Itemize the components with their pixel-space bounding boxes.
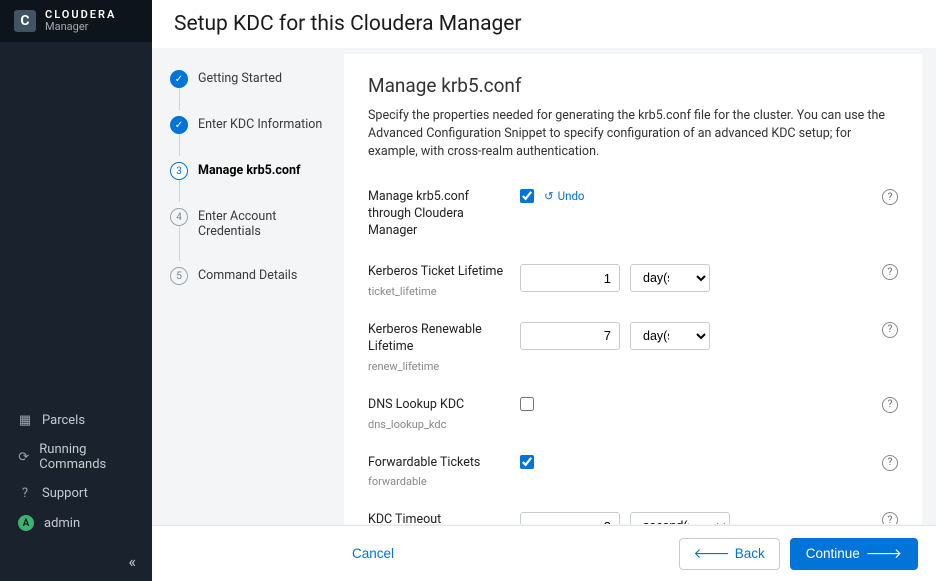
ticket-value-input[interactable]: [520, 264, 620, 292]
step-getting-started[interactable]: ✓ Getting Started: [170, 62, 330, 108]
help-icon[interactable]: ?: [882, 264, 898, 280]
panel-title: Manage krb5.conf: [368, 74, 898, 97]
help-icon[interactable]: ?: [882, 397, 898, 413]
arrow-right-icon: 🡒: [866, 546, 902, 562]
row-dns-lookup: DNS Lookup KDC dns_lookup_kdc ?: [368, 387, 898, 445]
panel-description: Specify the properties needed for genera…: [368, 107, 898, 161]
nav-user[interactable]: A admin: [0, 508, 152, 538]
back-button[interactable]: 🡐 Back: [679, 538, 780, 570]
row-renew-lifetime: Kerberos Renewable Lifetime renew_lifeti…: [368, 312, 898, 387]
undo-icon: ↺: [544, 189, 554, 203]
ticket-unit-select[interactable]: day(s): [630, 264, 710, 292]
parcels-icon: ▦: [18, 413, 32, 428]
nav-parcels-label: Parcels: [42, 413, 85, 428]
manage-label: Manage krb5.conf through Cloudera Manage…: [368, 189, 504, 240]
renew-label: Kerberos Renewable Lifetime: [368, 322, 504, 356]
page-title: Setup KDC for this Cloudera Manager: [174, 12, 916, 36]
cancel-button[interactable]: Cancel: [352, 546, 394, 561]
step-label: Command Details: [198, 267, 297, 283]
brand: C CLOUDERA Manager: [0, 0, 152, 42]
wizard-stepper: ✓ Getting Started ✓ Enter KDC Informatio…: [166, 48, 330, 525]
step-manage-krb5[interactable]: 3 Manage krb5.conf: [170, 154, 330, 200]
timeout-label: KDC Timeout: [368, 512, 504, 524]
help-icon[interactable]: ?: [882, 322, 898, 338]
main: Setup KDC for this Cloudera Manager ✓ Ge…: [152, 0, 936, 581]
help-icon[interactable]: ?: [882, 189, 898, 205]
nav-user-label: admin: [44, 516, 80, 531]
step-circle: 4: [170, 208, 188, 226]
support-icon: ?: [18, 486, 32, 501]
step-label: Manage krb5.conf: [198, 162, 300, 178]
step-command-details[interactable]: 5 Command Details: [170, 259, 330, 305]
form-panel: Manage krb5.conf Specify the properties …: [344, 54, 922, 524]
dns-label: DNS Lookup KDC: [368, 397, 504, 414]
renew-value-input[interactable]: [520, 322, 620, 350]
nav-support-label: Support: [42, 486, 88, 501]
step-circle: ✓: [170, 70, 188, 88]
row-ticket-lifetime: Kerberos Ticket Lifetime ticket_lifetime…: [368, 254, 898, 312]
nav-parcels[interactable]: ▦ Parcels: [0, 406, 152, 435]
running-icon: ⟳: [18, 450, 29, 465]
dns-checkbox[interactable]: [520, 397, 534, 411]
sidebar-collapse[interactable]: «: [0, 542, 152, 581]
timeout-unit-select[interactable]: second(s): [630, 512, 730, 524]
row-kdc-timeout: KDC Timeout kdc_timeout second(s) ?: [368, 502, 898, 524]
row-manage-krb5: Manage krb5.conf through Cloudera Manage…: [368, 179, 898, 254]
renew-sublabel: renew_lifetime: [368, 360, 504, 373]
ticket-sublabel: ticket_lifetime: [368, 285, 504, 298]
step-circle: 5: [170, 267, 188, 285]
nav-running-commands[interactable]: ⟳ Running Commands: [0, 435, 152, 479]
fwd-sublabel: forwardable: [368, 475, 504, 488]
renew-unit-select[interactable]: day(s): [630, 322, 710, 350]
help-icon[interactable]: ?: [882, 455, 898, 471]
nav-running-label: Running Commands: [39, 442, 134, 472]
page-header: Setup KDC for this Cloudera Manager: [152, 0, 936, 48]
sidebar: C CLOUDERA Manager ▦ Parcels ⟳ Running C…: [0, 0, 152, 581]
continue-button[interactable]: Continue 🡒: [790, 538, 918, 570]
step-label: Getting Started: [198, 70, 282, 86]
step-label: Enter Account Credentials: [198, 208, 330, 239]
step-circle: 3: [170, 162, 188, 180]
brand-logo: C: [14, 10, 36, 32]
row-forwardable: Forwardable Tickets forwardable ?: [368, 445, 898, 503]
step-circle: ✓: [170, 116, 188, 134]
nav-support[interactable]: ? Support: [0, 479, 152, 508]
step-account-credentials[interactable]: 4 Enter Account Credentials: [170, 200, 330, 259]
timeout-value-input[interactable]: [520, 512, 620, 524]
manage-checkbox[interactable]: [520, 189, 534, 203]
dns-sublabel: dns_lookup_kdc: [368, 418, 504, 431]
fwd-checkbox[interactable]: [520, 455, 534, 469]
fwd-label: Forwardable Tickets: [368, 455, 504, 472]
wizard-footer: Cancel 🡐 Back Continue 🡒: [152, 525, 936, 581]
help-icon[interactable]: ?: [882, 512, 898, 524]
chevron-left-double-icon: «: [128, 552, 136, 571]
ticket-label: Kerberos Ticket Lifetime: [368, 264, 504, 281]
brand-product: Manager: [45, 21, 116, 33]
step-enter-kdc-info[interactable]: ✓ Enter KDC Information: [170, 108, 330, 154]
undo-link[interactable]: ↺Undo: [544, 189, 585, 203]
avatar: A: [18, 515, 34, 531]
arrow-left-icon: 🡐: [694, 546, 730, 562]
step-label: Enter KDC Information: [198, 116, 322, 132]
